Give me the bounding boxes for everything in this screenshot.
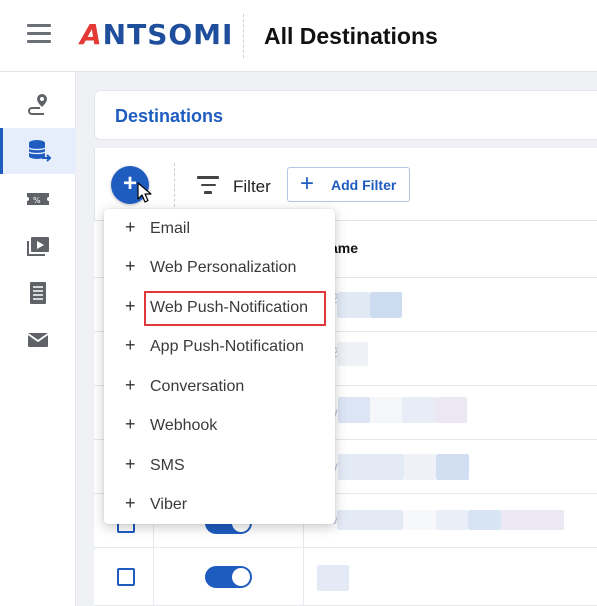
sidebar-item-journeys[interactable] (0, 81, 76, 127)
sidebar-item-mail[interactable] (0, 317, 76, 363)
menu-item-label: SMS (150, 457, 185, 474)
logo-text: NTSOMI (102, 18, 234, 51)
menu-item-label: Email (150, 220, 191, 237)
filter-label[interactable]: Filter (233, 177, 271, 197)
redacted-name (436, 510, 468, 530)
redacted-name (403, 510, 436, 530)
redacted-name (337, 510, 403, 530)
mouse-cursor-icon (137, 182, 152, 203)
header-divider (243, 14, 244, 58)
top-bar: ANTSOMI All Destinations (0, 0, 597, 72)
journey-pin-icon (28, 94, 47, 115)
mail-icon (27, 333, 49, 347)
add-filter-label: Add Filter (331, 177, 397, 193)
page-title: All Destinations (264, 23, 438, 49)
redacted-name (435, 397, 467, 423)
redacted-name (370, 397, 402, 423)
row-checkbox[interactable] (117, 568, 135, 586)
panel-title: Destinations (115, 106, 224, 126)
sidebar-item-destinations[interactable] (0, 128, 76, 174)
redacted-name (338, 397, 370, 423)
svg-text:%: % (33, 196, 41, 205)
status-toggle[interactable] (205, 566, 252, 588)
redacted-name (370, 292, 402, 318)
menu-item-label: App Push-Notification (150, 338, 304, 355)
menu-item-label: Viber (150, 496, 188, 513)
plus-icon: + (125, 256, 136, 276)
redacted-name (337, 292, 370, 318)
redacted-name (317, 565, 349, 591)
toolbar-divider (174, 163, 175, 207)
menu-item-sms[interactable]: + SMS (104, 446, 335, 485)
destinations-panel-header: Destinations (94, 90, 597, 140)
menu-item-viber[interactable]: + Viber (104, 485, 335, 524)
create-destination-menu: + Email + Web Personalization + Web Push… (104, 209, 335, 524)
database-export-icon (28, 140, 51, 162)
add-filter-button[interactable]: + Add Filter (287, 167, 410, 202)
plus-icon: + (125, 493, 136, 513)
plus-icon: + (125, 454, 136, 474)
logo-letter-a: A (80, 18, 103, 51)
menu-item-app-push-notification[interactable]: + App Push-Notification (104, 327, 335, 366)
redacted-name (436, 454, 469, 480)
media-library-icon (27, 237, 49, 256)
menu-item-label: Web Personalization (150, 259, 297, 276)
hamburger-icon[interactable] (27, 24, 51, 44)
menu-item-label: Conversation (150, 378, 245, 395)
redacted-name (338, 454, 404, 480)
menu-item-email[interactable]: + Email (104, 209, 335, 248)
menu-item-web-personalization[interactable]: + Web Personalization (104, 248, 335, 287)
sidebar-item-media[interactable] (0, 223, 76, 269)
promotion-ticket-icon: % (27, 193, 49, 205)
redacted-name (337, 342, 368, 366)
redacted-name (402, 397, 435, 423)
antsomi-logo[interactable]: ANTSOMI (80, 18, 233, 51)
plus-icon: + (300, 170, 315, 197)
menu-item-conversation[interactable]: + Conversation (104, 367, 335, 406)
redacted-name (468, 510, 501, 530)
menu-item-label: Webhook (150, 417, 218, 434)
plus-icon: + (125, 414, 136, 434)
left-sidebar: % (0, 72, 76, 606)
sidebar-item-reports[interactable] (0, 270, 76, 316)
filter-icon[interactable] (196, 176, 220, 196)
plus-icon: + (125, 335, 136, 355)
plus-icon: + (125, 217, 136, 237)
sidebar-item-promotions[interactable]: % (0, 176, 76, 222)
plus-icon: + (125, 375, 136, 395)
redacted-name (404, 454, 436, 480)
highlight-annotation (144, 291, 326, 326)
plus-icon: + (125, 296, 136, 316)
document-list-icon (30, 282, 46, 304)
menu-item-webhook[interactable]: + Webhook (104, 406, 335, 445)
redacted-name (501, 510, 564, 530)
